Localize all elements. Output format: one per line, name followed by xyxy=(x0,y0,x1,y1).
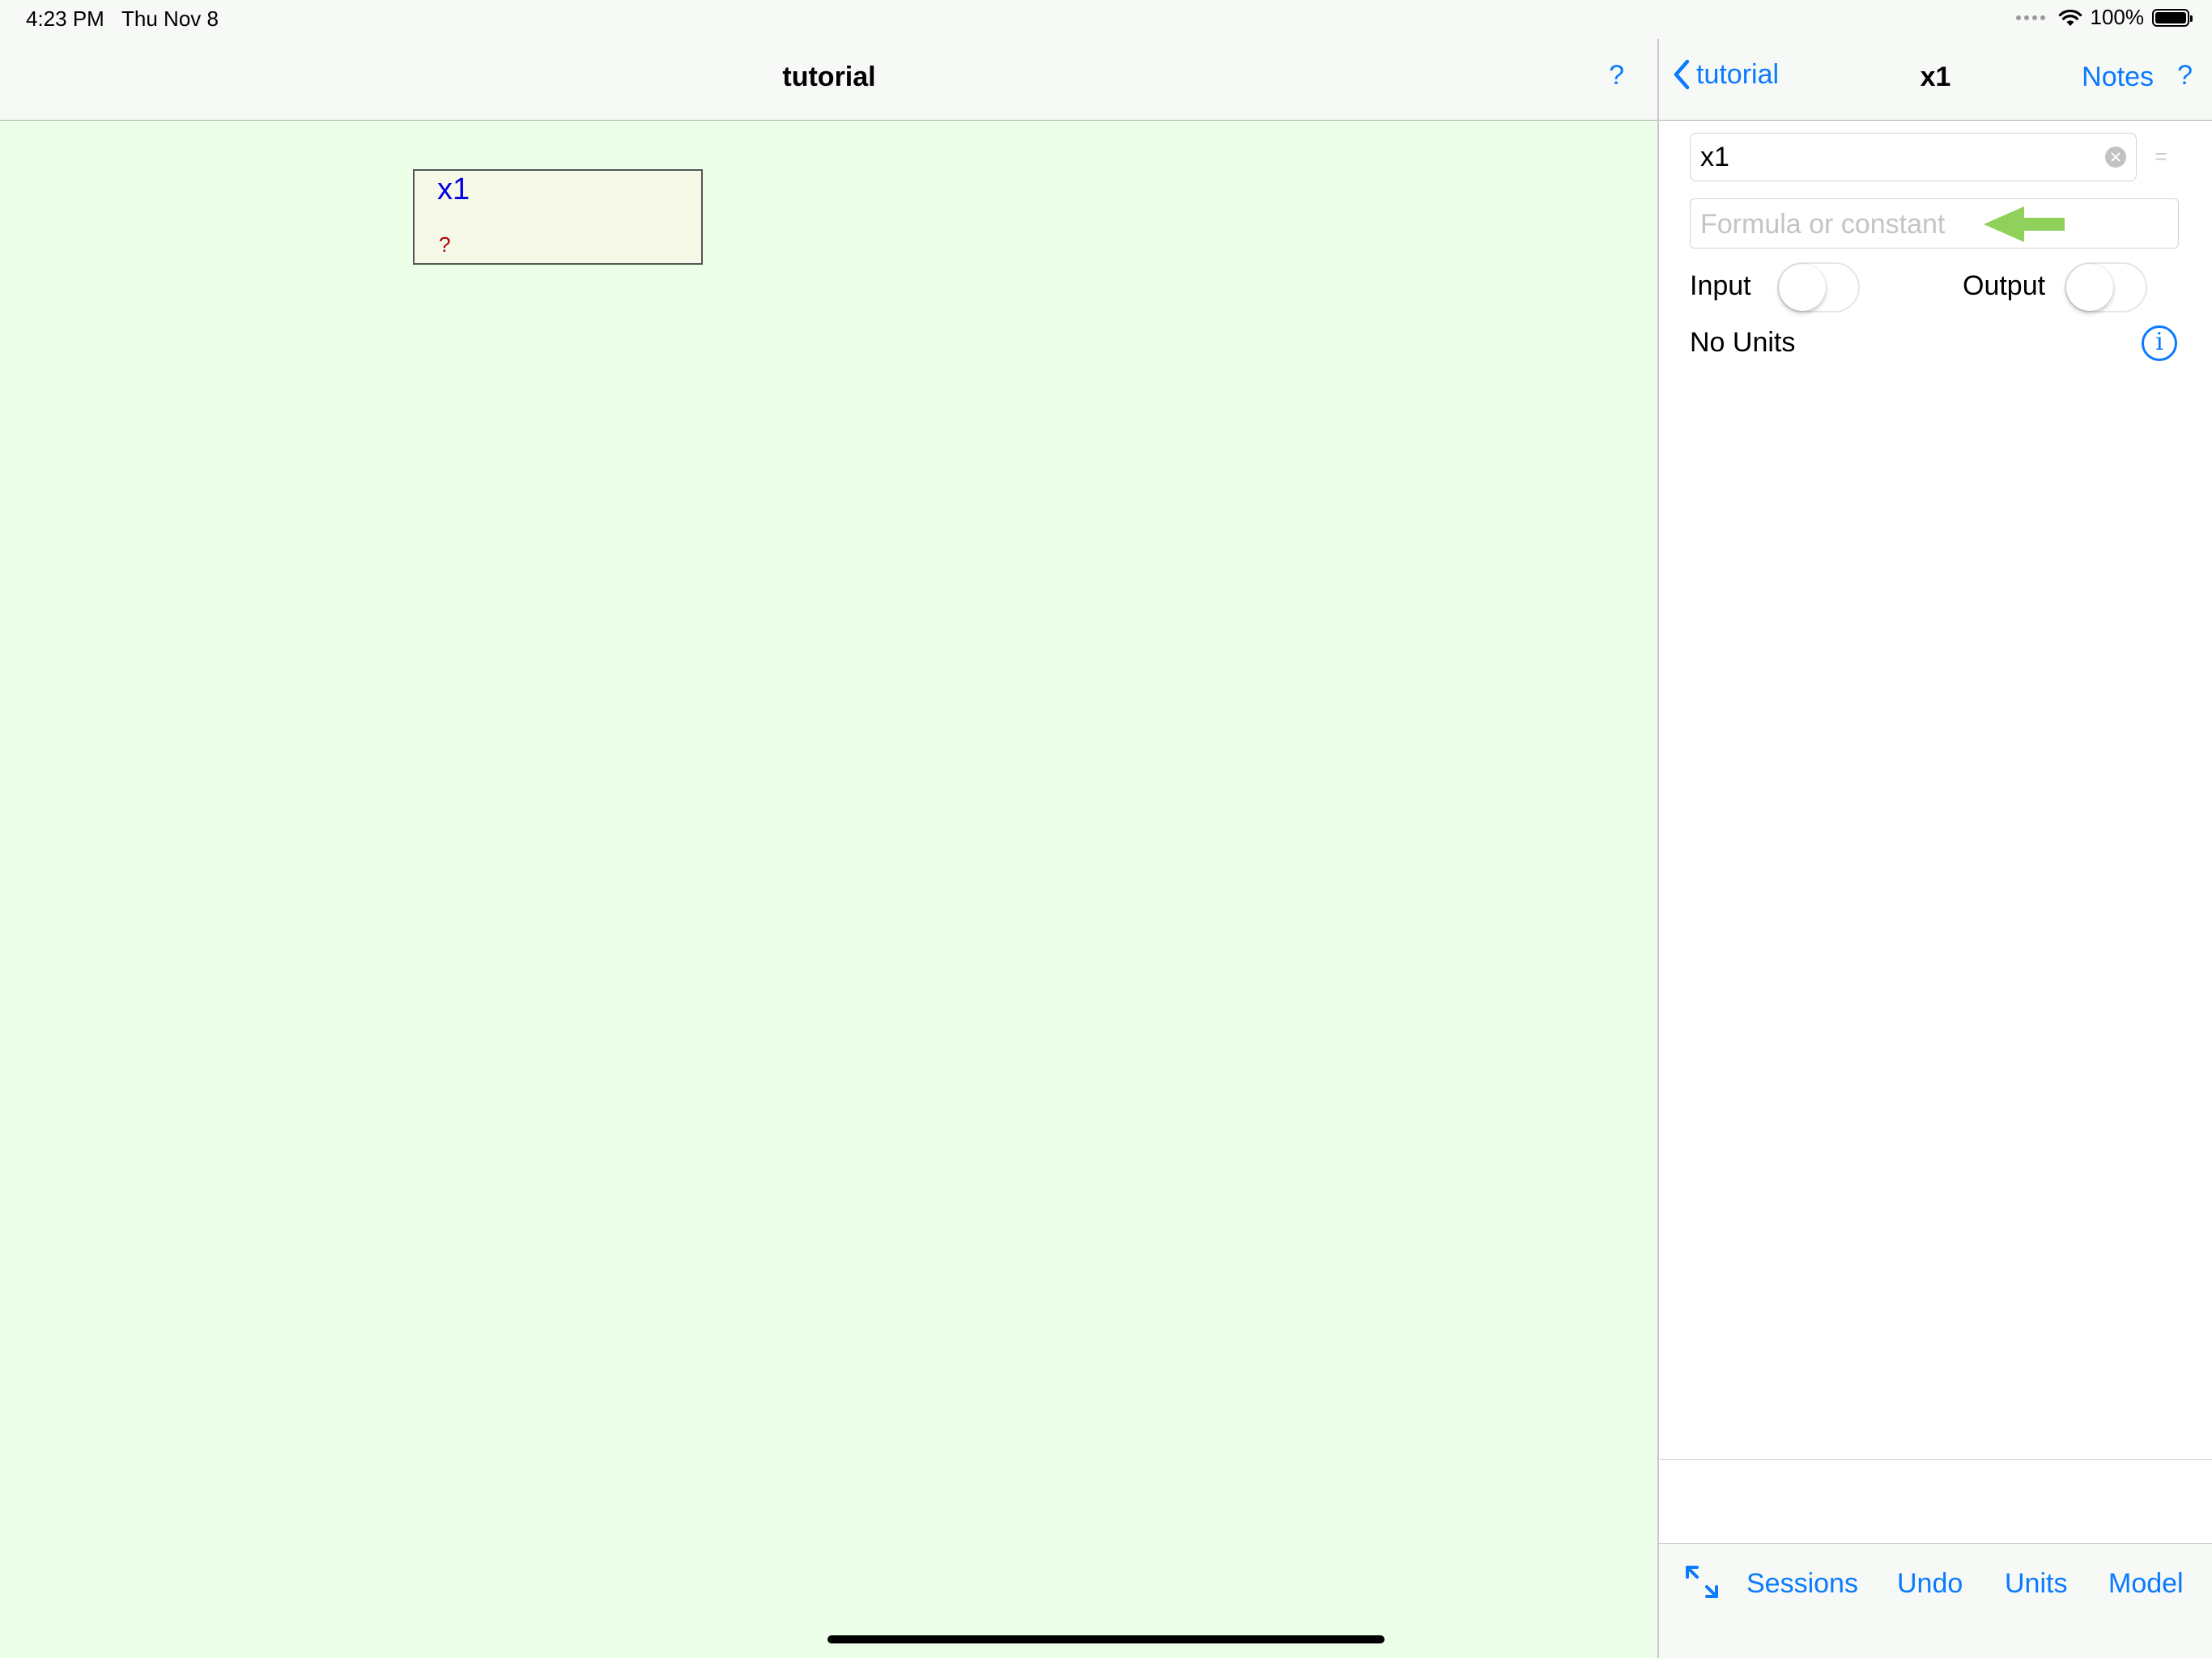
info-icon[interactable]: i xyxy=(2142,325,2177,361)
formula-field[interactable] xyxy=(1690,198,2179,249)
units-button[interactable]: Units xyxy=(2005,1568,2067,1600)
variable-name-input[interactable] xyxy=(1700,140,2081,174)
variable-name-field[interactable] xyxy=(1690,133,2137,181)
expand-arrows-icon[interactable] xyxy=(1683,1563,1721,1601)
output-toggle-knob xyxy=(2066,264,2113,311)
input-toggle-switch[interactable] xyxy=(1777,262,1860,312)
clear-text-icon[interactable] xyxy=(2105,147,2126,168)
status-date: Thu Nov 8 xyxy=(121,6,219,31)
model-canvas[interactable] xyxy=(0,121,1658,1658)
variable-node-name: x1 xyxy=(437,172,470,206)
inspector-navigation-bar: tutorial x1 Notes ? xyxy=(1659,39,2212,121)
formula-input[interactable] xyxy=(1700,207,2154,241)
status-bar: 4:23 PM Thu Nov 8 100% xyxy=(0,0,2212,39)
cellular-signal-icon xyxy=(2015,15,2045,20)
notes-button[interactable]: Notes xyxy=(2082,62,2154,93)
input-toggle-label: Input xyxy=(1690,270,1751,301)
model-button[interactable]: Model xyxy=(2108,1568,2184,1600)
input-toggle-knob xyxy=(1779,264,1826,311)
output-toggle-switch[interactable] xyxy=(2065,262,2147,312)
battery-icon xyxy=(2152,8,2193,27)
home-indicator[interactable] xyxy=(827,1635,1385,1643)
canvas-navigation-bar: tutorial ? xyxy=(0,39,1658,121)
sessions-button[interactable]: Sessions xyxy=(1746,1568,1858,1600)
equals-sign: = xyxy=(2155,144,2167,168)
wifi-icon xyxy=(2058,9,2082,26)
status-indicators: 100% xyxy=(2015,5,2193,30)
bottom-toolbar: Sessions Undo Units Model xyxy=(1659,1543,2212,1658)
variable-inspector-panel: tutorial x1 Notes ? = Input Output No Un… xyxy=(1659,39,2212,1658)
variable-node-value: ? xyxy=(439,232,451,257)
canvas-help-button[interactable]: ? xyxy=(1609,60,1624,91)
undo-button[interactable]: Undo xyxy=(1897,1568,1963,1600)
output-toggle-label: Output xyxy=(1963,270,2046,301)
units-status-label: No Units xyxy=(1690,327,1796,358)
status-clock: 4:23 PM Thu Nov 8 xyxy=(26,6,219,32)
canvas-title: tutorial xyxy=(782,62,876,92)
app-screen: 4:23 PM Thu Nov 8 100% tutorial ? x1 ? t… xyxy=(0,0,2212,1658)
battery-percent: 100% xyxy=(2090,5,2145,29)
footer-divider xyxy=(1659,1459,2212,1460)
split-view-divider[interactable] xyxy=(1657,0,1659,1658)
status-time: 4:23 PM xyxy=(26,6,104,31)
variable-node-x1[interactable]: x1 ? xyxy=(413,169,703,265)
hint-arrow-icon xyxy=(1984,206,2065,242)
inspector-help-button[interactable]: ? xyxy=(2177,60,2193,91)
